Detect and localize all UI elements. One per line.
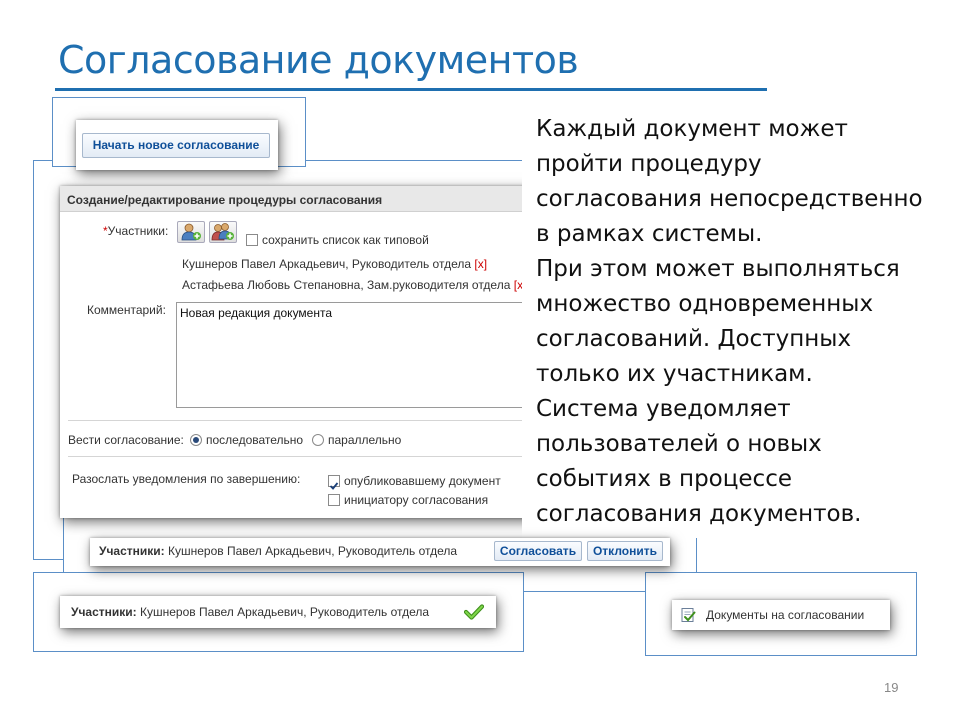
approved-bar-participants-label: Участники: (71, 605, 137, 619)
notify-publisher-label: опубликовавшему документ (344, 474, 501, 488)
add-group-icon (211, 223, 234, 241)
participants-label: *Участники: (103, 224, 168, 238)
add-user-icon (181, 223, 201, 241)
slide-title: Согласование документов (58, 38, 579, 82)
reject-button[interactable]: Отклонить (587, 541, 663, 561)
action-bar-panel: Участники: Кушнеров Павел Аркадьевич, Ру… (90, 538, 670, 566)
notify-initiator-label: инициатору согласования (344, 493, 489, 507)
description-line: согласований. Доступных (536, 326, 852, 352)
green-check-icon (464, 604, 484, 620)
sequential-radio[interactable] (190, 434, 202, 446)
page-number: 19 (884, 680, 899, 695)
comment-label: Комментарий: (87, 303, 166, 317)
approved-bar-participant: Участники: Кушнеров Павел Аркадьевич, Ру… (71, 605, 429, 619)
description-line: согласования непосредственно (536, 186, 923, 212)
description-line: только их участникам. (536, 361, 813, 387)
parallel-radio[interactable] (312, 434, 324, 446)
start-approval-button[interactable]: Начать новое согласование (82, 133, 270, 158)
participant-row: Кушнеров Павел Аркадьевич, Руководитель … (182, 257, 487, 271)
description-line: пройти процедуру (536, 151, 762, 177)
participant-row: Астафьева Любовь Степановна, Зам.руковод… (182, 278, 526, 292)
participant-name: Кушнеров Павел Аркадьевич, Руководитель … (182, 257, 472, 271)
participants-label-text: Участники: (107, 224, 169, 238)
document-check-icon (681, 608, 696, 622)
action-bar-participants-label: Участники: (99, 544, 165, 558)
sequential-label: последовательно (206, 433, 304, 447)
add-participant-button[interactable] (177, 221, 205, 243)
form-header: Создание/редактирование процедуры соглас… (60, 186, 568, 212)
action-bar-participant: Участники: Кушнеров Павел Аркадьевич, Ру… (99, 544, 457, 558)
description-line: Система уведомляет (536, 396, 791, 422)
description-line: пользователей о новых (536, 431, 822, 457)
form-separator (68, 420, 568, 421)
start-button-panel: Начать новое согласование (76, 120, 278, 170)
remove-participant-link[interactable]: [x] (474, 257, 487, 271)
approve-button[interactable]: Согласовать (494, 541, 582, 561)
approval-form-panel: Создание/редактирование процедуры соглас… (60, 186, 568, 518)
description-text: Каждый документ может пройти процедуру с… (522, 108, 940, 538)
description-line: в рамках системы. (536, 221, 763, 247)
description-line: При этом может выполняться (536, 256, 900, 282)
mode-label: Вести согласование: (68, 433, 184, 447)
form-separator (68, 456, 568, 457)
description-line: Каждый документ может (536, 116, 848, 142)
description-line: множество одновременных (536, 291, 874, 317)
comment-textarea[interactable]: Новая редакция документа (176, 302, 568, 408)
description-line: согласования документов. (536, 501, 862, 527)
documents-link-panel: Документы на согласовании (672, 600, 890, 630)
participant-name: Астафьева Любовь Степановна, Зам.руковод… (182, 278, 511, 292)
title-divider (55, 88, 767, 91)
documents-link[interactable]: Документы на согласовании (680, 606, 884, 624)
approved-bar-participant-name: Кушнеров Павел Аркадьевич, Руководитель … (140, 605, 430, 619)
notify-publisher-checkbox[interactable] (328, 475, 340, 490)
approved-bar-panel: Участники: Кушнеров Павел Аркадьевич, Ру… (60, 596, 496, 628)
notify-initiator-checkbox[interactable] (328, 494, 340, 506)
action-bar-participant-name: Кушнеров Павел Аркадьевич, Руководитель … (168, 544, 458, 558)
parallel-label: параллельно (328, 433, 402, 447)
save-as-template-label: сохранить список как типовой (262, 233, 429, 247)
description-line: событиях в процессе (536, 466, 792, 492)
save-as-template-checkbox[interactable] (246, 234, 258, 246)
notify-label: Разослать уведомления по завершению: (72, 472, 301, 486)
documents-link-label: Документы на согласовании (706, 608, 865, 622)
add-group-button[interactable] (209, 221, 237, 243)
check-mark-icon (329, 482, 339, 490)
